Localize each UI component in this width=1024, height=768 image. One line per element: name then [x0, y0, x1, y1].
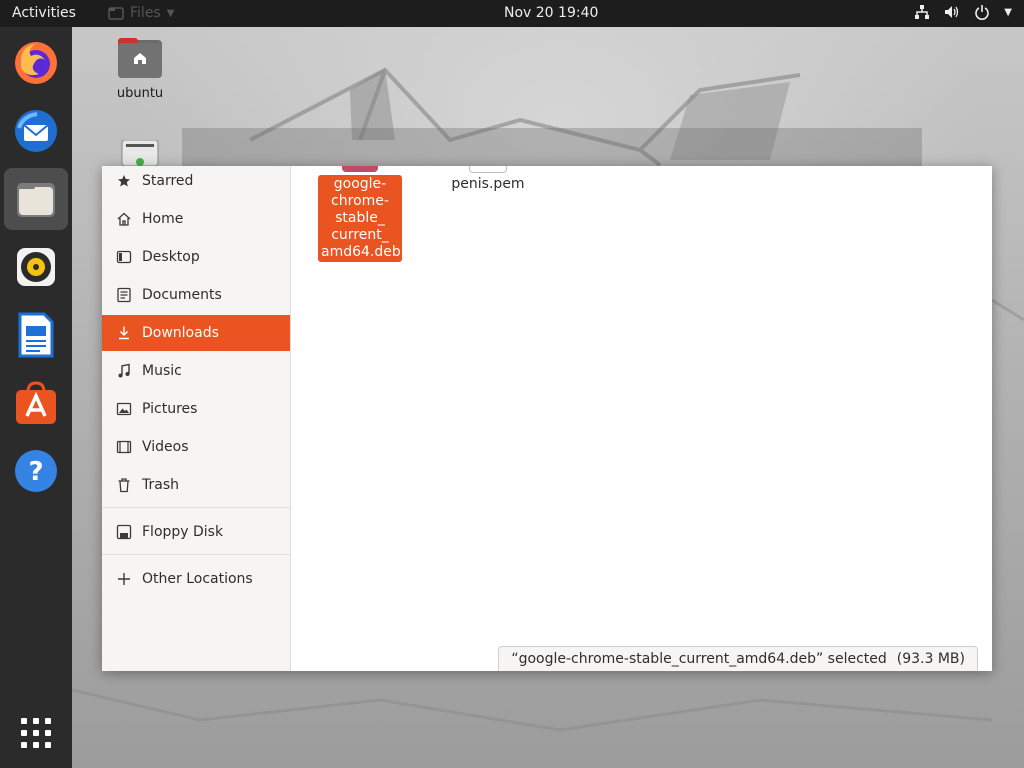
software-launcher[interactable] [10, 377, 62, 429]
desktop-icon [116, 249, 132, 265]
sidebar-item-label: Other Locations [142, 571, 253, 587]
chevron-down-icon: ▼ [166, 7, 175, 19]
sidebar-item-music[interactable]: Music [102, 353, 290, 389]
app-menu-label: Files [130, 5, 161, 21]
rhythmbox-icon [17, 248, 55, 286]
home-folder-icon [118, 38, 162, 78]
trash-icon [116, 477, 132, 493]
selection-status-bar: “google-chrome-stable_current_amd64.deb”… [498, 646, 978, 671]
sidebar-divider [102, 554, 290, 555]
sidebar-item-label: Home [142, 211, 184, 227]
thunderbird-launcher[interactable] [10, 105, 62, 157]
sidebar-item-label: Documents [142, 287, 222, 303]
sidebar-item-pictures[interactable]: Pictures [102, 391, 290, 427]
app-menu[interactable]: Files ▼ [108, 5, 174, 21]
desktop-drive-item[interactable] [120, 139, 160, 167]
files-content-area[interactable]: google- chrome- stable_ current_ amd64.d… [291, 166, 992, 671]
picture-icon [116, 401, 132, 417]
sidebar-item-label: Desktop [142, 249, 200, 265]
sidebar-divider [102, 507, 290, 508]
files-launcher[interactable] [10, 173, 62, 225]
download-icon [116, 325, 132, 341]
video-icon [116, 439, 132, 455]
sidebar-item-desktop[interactable]: Desktop [102, 239, 290, 275]
dock: ? [0, 27, 72, 768]
firefox-launcher[interactable] [10, 37, 62, 89]
sidebar-item-other-locations[interactable]: Other Locations [102, 561, 290, 597]
thunderbird-icon [15, 110, 57, 152]
desktop-home-label: ubuntu [116, 86, 164, 101]
help-icon: ? [15, 450, 57, 492]
help-launcher[interactable]: ? [10, 445, 62, 497]
software-center-icon [16, 381, 56, 424]
file-item-google-chrome-deb[interactable]: google- chrome- stable_ current_ amd64.d… [317, 166, 403, 262]
sidebar-item-floppy-disk[interactable]: Floppy Disk [102, 514, 290, 550]
file-name-label: google- chrome- stable_ current_ amd64.d… [318, 175, 402, 262]
selection-status-text: “google-chrome-stable_current_amd64.deb”… [511, 651, 887, 667]
sidebar-item-label: Videos [142, 439, 189, 455]
sidebar-item-documents[interactable]: Documents [102, 277, 290, 313]
home-icon [116, 211, 132, 227]
network-wired-icon [915, 5, 930, 19]
rhythmbox-launcher[interactable] [10, 241, 62, 293]
star-icon [116, 173, 132, 189]
selection-size-text: (93.3 MB) [896, 651, 965, 667]
file-item-penis-pem[interactable]: penis.pem [443, 166, 533, 192]
sidebar-item-starred[interactable]: Starred [102, 166, 290, 199]
libreoffice-writer-icon [18, 312, 54, 358]
volume-icon [945, 6, 959, 18]
music-icon [116, 363, 132, 379]
power-icon [975, 5, 990, 20]
firefox-icon [15, 42, 57, 84]
floppy-disk-icon [116, 524, 132, 540]
sidebar-item-label: Starred [142, 173, 194, 189]
package-icon [342, 166, 378, 172]
files-app-icon [108, 7, 124, 20]
show-applications-button[interactable] [20, 717, 52, 749]
sidebar-item-label: Pictures [142, 401, 198, 417]
writer-launcher[interactable] [10, 309, 62, 361]
svg-text:?: ? [28, 457, 43, 487]
certificate-file-icon [469, 166, 507, 173]
sidebar-item-videos[interactable]: Videos [102, 429, 290, 465]
activities-button[interactable]: Activities [12, 5, 76, 21]
files-icon [17, 183, 55, 217]
files-sidebar: Starred Home Desktop Documents Downloads [102, 166, 291, 671]
sidebar-item-label: Trash [142, 477, 179, 493]
document-icon [116, 287, 132, 303]
sidebar-item-downloads[interactable]: Downloads [102, 315, 290, 351]
top-bar: Activities Files ▼ Nov 20 19:40 ▼ [0, 0, 1024, 27]
sidebar-item-home[interactable]: Home [102, 201, 290, 237]
drive-icon [121, 139, 159, 167]
clock[interactable]: Nov 20 19:40 [504, 5, 598, 21]
system-tray[interactable]: ▼ [914, 4, 1012, 20]
desktop-home-folder[interactable]: ubuntu [112, 36, 168, 101]
sidebar-item-trash[interactable]: Trash [102, 467, 290, 503]
sidebar-item-label: Music [142, 363, 182, 379]
sidebar-item-label: Downloads [142, 325, 219, 341]
file-name-label: penis.pem [451, 176, 525, 192]
grid-icon [21, 718, 51, 748]
sidebar-item-label: Floppy Disk [142, 524, 224, 540]
files-window: Starred Home Desktop Documents Downloads [102, 166, 992, 671]
plus-icon [116, 571, 132, 587]
chevron-down-icon: ▼ [1004, 6, 1012, 18]
